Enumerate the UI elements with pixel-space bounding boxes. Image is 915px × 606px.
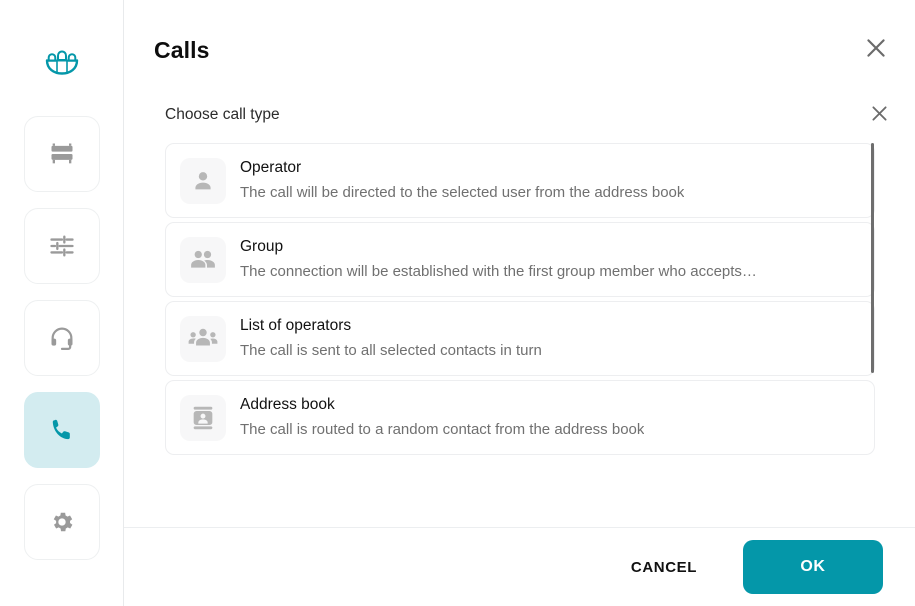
dialog-panel: Calls Choose call type Operator The call… xyxy=(124,0,915,606)
option-title: Group xyxy=(240,238,284,255)
option-description: The call is sent to all selected contact… xyxy=(240,342,542,359)
option-icon-wrapper xyxy=(180,157,226,204)
call-type-option-list-of-operators[interactable]: List of operators The call is sent to al… xyxy=(165,301,875,376)
sidebar-item-preferences[interactable] xyxy=(24,484,100,560)
dialog-header: Calls xyxy=(124,0,915,92)
sidebar-item-devices[interactable] xyxy=(24,116,100,192)
app-logo xyxy=(0,34,124,86)
call-type-option-group[interactable]: Group The connection will be established… xyxy=(165,222,875,297)
dialog-footer: CANCEL OK xyxy=(124,528,915,606)
option-text: Group The connection will be established… xyxy=(240,237,757,282)
contact-card-icon xyxy=(189,404,217,432)
server-rack-icon xyxy=(48,140,76,168)
option-description: The call will be directed to the selecte… xyxy=(240,184,685,201)
option-title: Address book xyxy=(240,396,335,413)
cancel-button[interactable]: CANCEL xyxy=(617,549,711,586)
close-icon xyxy=(869,103,890,129)
sliders-tune-icon xyxy=(48,232,76,260)
headset-icon xyxy=(48,324,76,352)
options-scrollbar-thumb[interactable] xyxy=(871,143,874,373)
section-close-button[interactable] xyxy=(865,102,893,130)
three-people-icon xyxy=(187,323,219,355)
phone-icon xyxy=(48,416,76,444)
call-type-options-list: Operator The call will be directed to th… xyxy=(165,143,875,459)
gear-icon xyxy=(49,509,75,535)
option-text: List of operators The call is sent to al… xyxy=(240,316,542,361)
sidebar-item-operators[interactable] xyxy=(24,300,100,376)
people-group-icon xyxy=(41,42,83,78)
option-description: The connection will be established with … xyxy=(240,263,757,280)
option-icon-wrapper xyxy=(180,394,226,441)
close-icon xyxy=(863,35,889,66)
section-title: Choose call type xyxy=(165,106,280,123)
option-icon-wrapper xyxy=(180,236,226,283)
option-icon-wrapper xyxy=(180,315,226,362)
option-title: List of operators xyxy=(240,317,352,334)
two-people-icon xyxy=(188,245,218,275)
page-title: Calls xyxy=(154,37,210,63)
dialog-close-button[interactable] xyxy=(859,33,893,67)
option-text: Operator The call will be directed to th… xyxy=(240,158,684,203)
call-type-option-address-book[interactable]: Address book The call is routed to a ran… xyxy=(165,380,875,455)
sidebar-item-calls[interactable] xyxy=(24,392,100,468)
option-description: The call is routed to a random contact f… xyxy=(240,421,645,438)
option-title: Operator xyxy=(240,159,302,176)
call-type-option-operator[interactable]: Operator The call will be directed to th… xyxy=(165,143,875,218)
section-header: Choose call type xyxy=(124,104,915,142)
app-window: Calls Choose call type Operator The call… xyxy=(0,0,915,606)
sidebar xyxy=(0,0,124,606)
ok-button[interactable]: OK xyxy=(743,540,883,594)
person-icon xyxy=(189,167,217,195)
sidebar-item-settings-sliders[interactable] xyxy=(24,208,100,284)
option-text: Address book The call is routed to a ran… xyxy=(240,395,644,440)
options-scrollbar-track[interactable] xyxy=(871,143,875,483)
